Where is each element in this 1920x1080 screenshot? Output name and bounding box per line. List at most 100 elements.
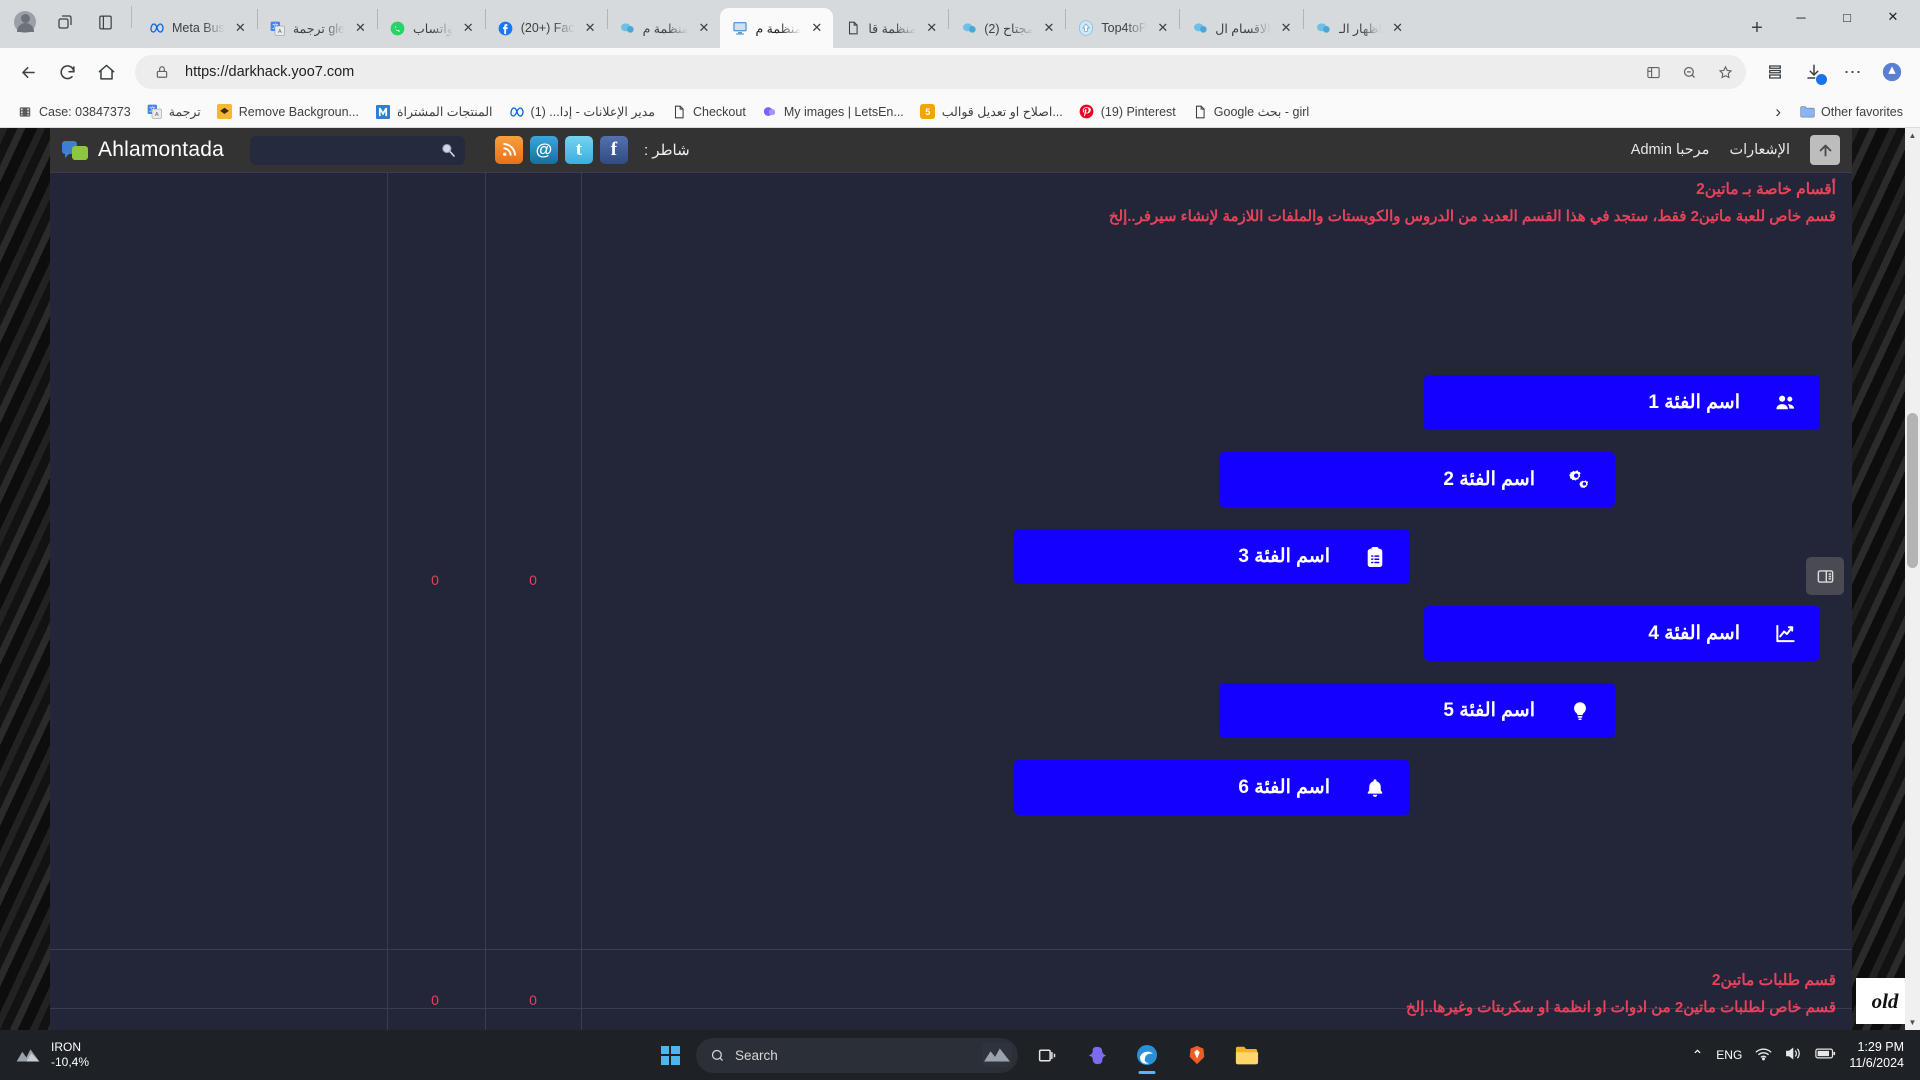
browser-tab[interactable]: منظمة م ✕	[608, 8, 721, 48]
profile-avatar-button[interactable]	[6, 5, 44, 39]
browser-tab[interactable]: (20+) Fac ✕	[486, 8, 607, 48]
bookmark-item[interactable]: Google بحث - girl	[1185, 101, 1316, 123]
tab-close-button[interactable]: ✕	[808, 20, 825, 37]
split-view-icon[interactable]	[1640, 59, 1666, 85]
bookmark-item[interactable]: مدير الإعلانات - إدا... (1)	[502, 101, 662, 123]
category-label: اسم الفئة 6	[1238, 777, 1330, 798]
taskbar-search[interactable]: Search	[696, 1037, 1018, 1073]
collections-icon[interactable]	[1757, 54, 1793, 90]
minimize-button[interactable]: ─	[1778, 0, 1824, 34]
category-button[interactable]: اسم الفئة 1	[1424, 375, 1820, 430]
chart-line-icon	[1768, 622, 1802, 645]
blob-icon	[762, 104, 778, 120]
clock-time: 1:29 PM	[1857, 1039, 1904, 1054]
section-bottom-title[interactable]: قسم طلبات ماتين2	[66, 971, 1836, 990]
facebook-icon[interactable]: f	[599, 136, 628, 164]
address-bar[interactable]: https://darkhack.yoo7.com	[135, 55, 1746, 89]
tab-close-button[interactable]: ✕	[1278, 20, 1295, 37]
forum-brand[interactable]: Ahlamontada	[62, 138, 224, 162]
weather-widget[interactable]: IRON -10,4%	[0, 1040, 300, 1070]
downloads-icon[interactable]	[1796, 54, 1832, 90]
category-button[interactable]: اسم الفئة 6	[1014, 760, 1410, 815]
email-icon[interactable]: @	[529, 136, 558, 164]
home-button[interactable]	[88, 54, 124, 90]
close-window-button[interactable]: ✕	[1870, 0, 1916, 34]
topics-count: 0	[431, 572, 439, 588]
more-options-icon[interactable]: ⋯	[1835, 54, 1871, 90]
browser-tab[interactable]: 文A ترجمة gle ✕	[258, 8, 377, 48]
scrollbar-thumb[interactable]	[1907, 413, 1918, 568]
rss-icon[interactable]	[494, 136, 523, 164]
other-favorites-folder[interactable]: Other favorites	[1792, 101, 1910, 123]
copilot-button[interactable]	[1076, 1034, 1118, 1076]
bookmark-star-icon[interactable]	[1712, 59, 1738, 85]
tab-close-button[interactable]: ✕	[352, 20, 369, 37]
tab-close-button[interactable]: ✕	[695, 20, 712, 37]
start-button[interactable]	[652, 1037, 688, 1073]
reload-button[interactable]	[49, 54, 85, 90]
tab-close-button[interactable]: ✕	[582, 20, 599, 37]
browser-tab[interactable]: واتساب ✕	[378, 8, 485, 48]
back-button[interactable]	[10, 54, 46, 90]
profile-icon[interactable]	[1874, 54, 1910, 90]
task-view-button[interactable]	[1026, 1034, 1068, 1076]
tab-search-copilot-icon[interactable]	[46, 5, 84, 39]
browser-tab[interactable]: منظمة م ✕	[720, 8, 834, 48]
category-label: اسم الفئة 3	[1238, 546, 1330, 567]
brave-button[interactable]	[1176, 1034, 1218, 1076]
bell-icon	[1358, 777, 1392, 799]
browser-tab[interactable]: منظمة قا ✕	[833, 8, 948, 48]
diamond-icon	[217, 104, 233, 120]
edge-button[interactable]	[1126, 1034, 1168, 1076]
browser-tab[interactable]: الاقسام ال ✕	[1180, 8, 1302, 48]
battery-icon[interactable]	[1815, 1047, 1836, 1063]
maximize-button[interactable]: □	[1824, 0, 1870, 34]
category-button[interactable]: اسم الفئة 4	[1424, 606, 1820, 661]
new-tab-button[interactable]: +	[1740, 11, 1774, 45]
browser-tab[interactable]: Meta Bus ✕	[137, 8, 257, 48]
tab-close-button[interactable]: ✕	[1154, 20, 1171, 37]
wifi-icon[interactable]	[1755, 1047, 1772, 1064]
file-explorer-button[interactable]	[1226, 1034, 1268, 1076]
tab-title: منظمة م	[642, 21, 689, 36]
split-screen-icon[interactable]	[86, 5, 124, 39]
tab-close-button[interactable]: ✕	[1040, 20, 1057, 37]
bookmark-item[interactable]: 文A ترجمة	[140, 101, 208, 123]
tray-chevron-icon[interactable]: ⌃	[1692, 1047, 1704, 1064]
browser-tab[interactable]: Top4toP ✕	[1066, 8, 1179, 48]
page-scrollbar[interactable]: ▲ ▼	[1905, 128, 1920, 1030]
taskbar-clock[interactable]: 1:29 PM 11/6/2024	[1849, 1039, 1904, 1072]
scroll-to-top-button[interactable]	[1810, 135, 1840, 165]
tab-close-button[interactable]: ✕	[460, 20, 477, 37]
bookmark-item[interactable]: المنتجات المشتراة	[368, 101, 500, 123]
bookmark-item[interactable]: 5 اصلاح او تعديل قوالب...	[913, 101, 1070, 123]
bookmark-item[interactable]: My images | LetsEn...	[755, 101, 911, 123]
twitter-icon[interactable]: t	[564, 136, 593, 164]
bookmark-item[interactable]: (19) Pinterest	[1072, 101, 1183, 123]
volume-icon[interactable]	[1785, 1046, 1802, 1064]
forum-search-input[interactable]	[249, 135, 465, 165]
forum-header: Ahlamontada @ t f شاطر : الإشعارات مرحبا…	[50, 128, 1852, 172]
zoom-icon[interactable]	[1676, 59, 1702, 85]
welcome-admin-label: مرحبا Admin	[1630, 142, 1710, 158]
language-indicator[interactable]: ENG	[1716, 1048, 1742, 1062]
scrollbar-up-arrow[interactable]: ▲	[1905, 128, 1920, 143]
scrollbar-down-arrow[interactable]: ▼	[1905, 1015, 1920, 1030]
bookmark-item[interactable]: Case: 03847373	[10, 101, 138, 123]
category-button[interactable]: اسم الفئة 2	[1219, 452, 1615, 507]
bookmark-item[interactable]: Checkout	[664, 101, 753, 123]
tab-close-button[interactable]: ✕	[1389, 20, 1406, 37]
side-panel-toggle[interactable]	[1806, 557, 1844, 595]
section-top-title[interactable]: أقسام خاصة بـ ماتين2	[66, 180, 1836, 199]
bookmark-item[interactable]: Remove Backgroun...	[210, 101, 366, 123]
search-icon	[442, 143, 455, 157]
bookmark-label: المنتجات المشتراة	[396, 105, 493, 119]
browser-tab[interactable]: اظهار الـ ✕	[1304, 8, 1414, 48]
browser-tab[interactable]: (2) مجتاح ✕	[949, 8, 1065, 48]
category-button[interactable]: اسم الفئة 5	[1219, 683, 1615, 738]
tab-close-button[interactable]: ✕	[232, 20, 249, 37]
bookmarks-more-button[interactable]: ›	[1768, 99, 1788, 125]
category-button[interactable]: اسم الفئة 3	[1014, 529, 1410, 584]
tab-close-button[interactable]: ✕	[923, 20, 940, 37]
notifications-label[interactable]: الإشعارات	[1729, 142, 1790, 158]
